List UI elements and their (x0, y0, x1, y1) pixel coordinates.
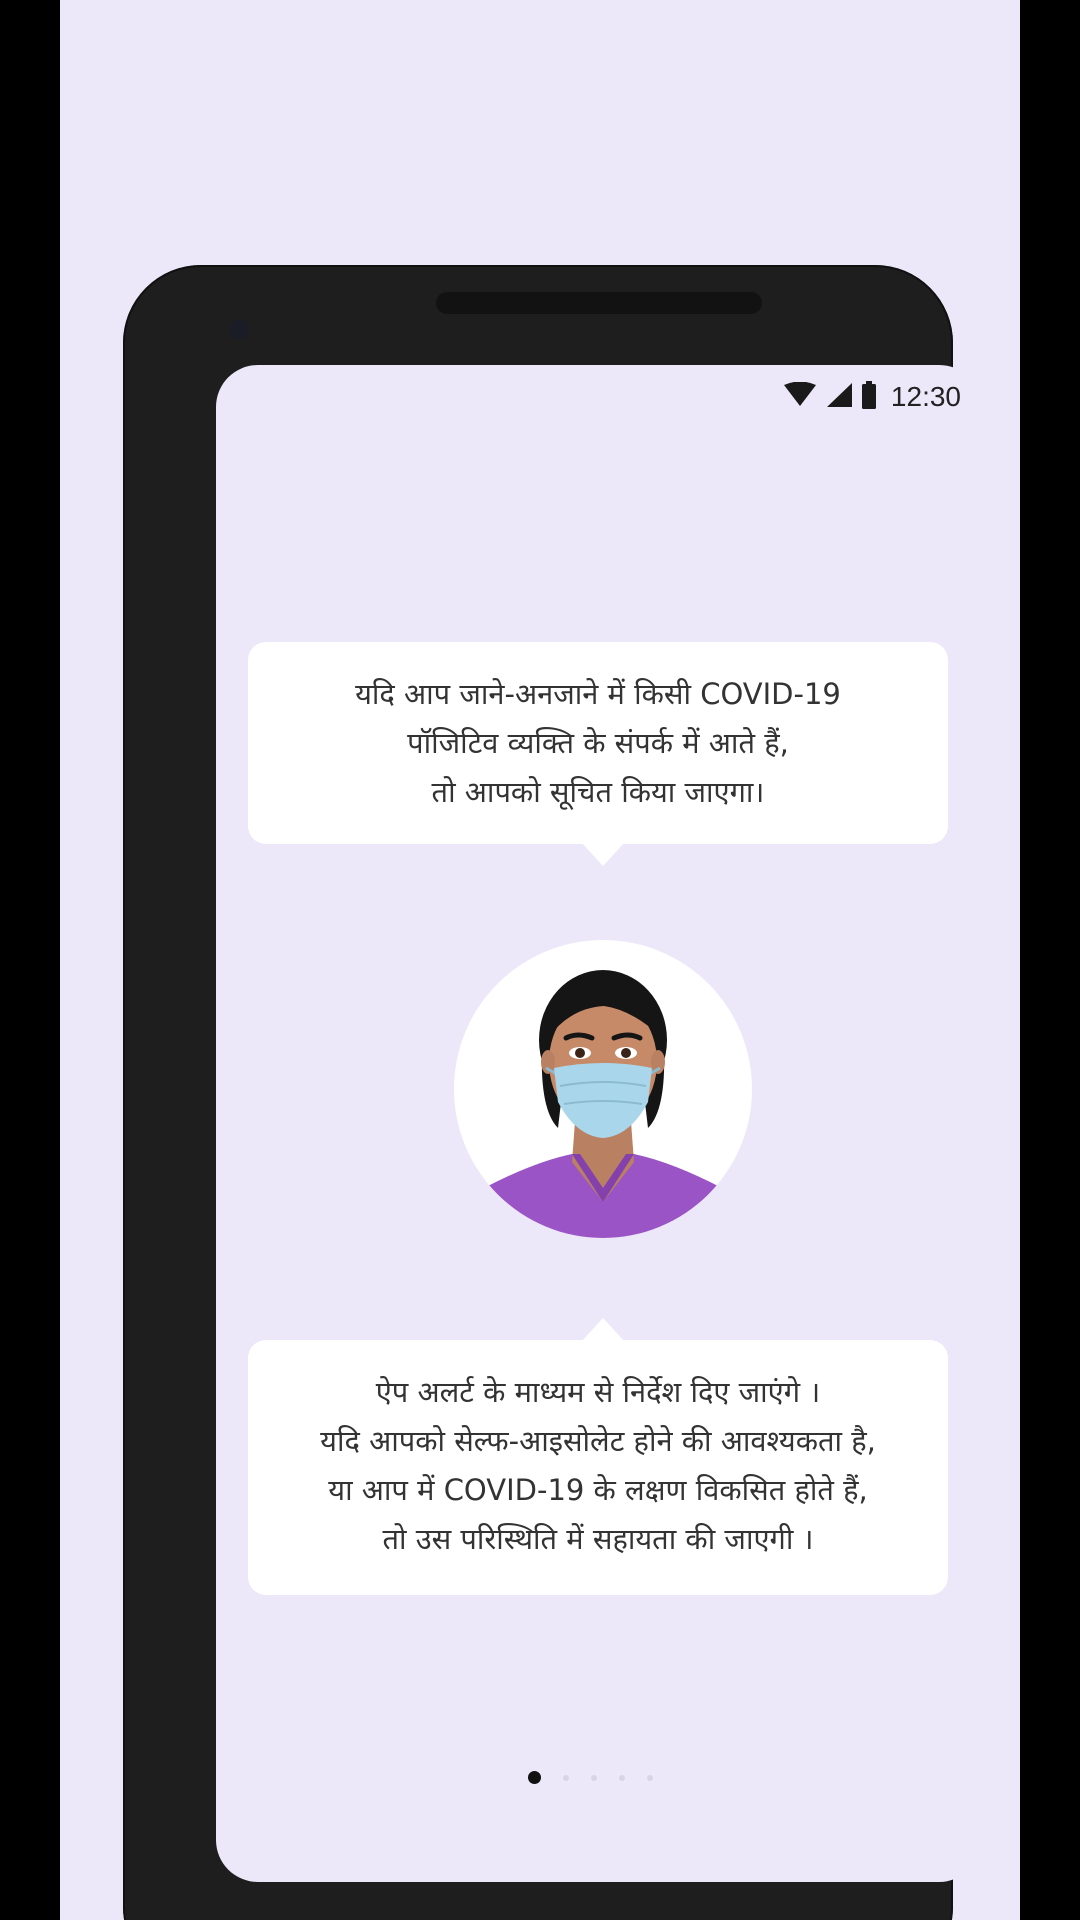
bubble-text-line: तो आपको सूचित किया जाएगा। (431, 775, 765, 809)
wifi-icon (783, 381, 817, 412)
page-dot[interactable] (619, 1774, 625, 1781)
signal-icon (825, 382, 853, 412)
status-time: 12:30 (890, 381, 961, 412)
bubble-text-line: तो उस परिस्थिति में सहायता की जाएगी । (382, 1522, 814, 1556)
info-bubble-bottom: ऐप अलर्ट के माध्यम से निर्देश दिए जाएंगे… (248, 1318, 948, 1595)
page-dot[interactable] (591, 1774, 597, 1781)
info-bubble-top: यदि आप जाने-अनजाने में किसी COVID-19 पॉज… (248, 642, 948, 866)
bubble-text-line: यदि आपको सेल्फ-आइसोलेट होने की आवश्यकता … (320, 1424, 876, 1458)
bubble-text-line: यदि आप जाने-अनजाने में किसी COVID-19 (355, 677, 841, 711)
bubble-text-line: या आप में COVID-19 के लक्षण विकसित होते … (328, 1473, 868, 1507)
page-indicator[interactable] (216, 1771, 973, 1784)
phone-camera (229, 320, 249, 340)
onboarding-page: 12:30 यदि आप जाने-अनजाने में किसी COVID-… (60, 0, 1020, 1920)
battery-icon (861, 381, 877, 413)
phone-speaker (436, 292, 762, 314)
phone-mockup: 12:30 यदि आप जाने-अनजाने में किसी COVID-… (123, 265, 981, 1920)
page-dot[interactable] (647, 1774, 653, 1781)
page-dot-active[interactable] (528, 1771, 541, 1784)
phone-screen: 12:30 यदि आप जाने-अनजाने में किसी COVID-… (216, 365, 981, 1882)
page-dot[interactable] (563, 1774, 569, 1781)
masked-person-icon (454, 940, 752, 1238)
bubble-text-line: ऐप अलर्ट के माध्यम से निर्देश दिए जाएंगे… (375, 1375, 821, 1409)
bubble-text-line: पॉजिटिव व्यक्ति के संपर्क में आते हैं, (407, 726, 789, 760)
status-bar: 12:30 (783, 377, 961, 417)
